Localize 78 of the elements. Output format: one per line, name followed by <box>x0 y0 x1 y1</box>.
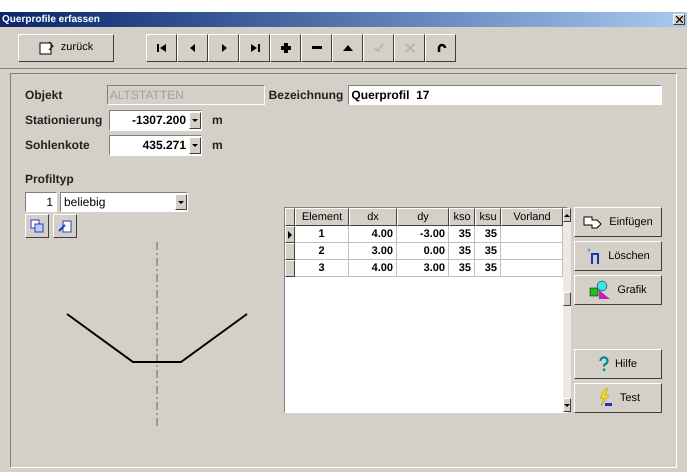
dropdown-button[interactable] <box>189 136 201 154</box>
toolbar-button[interactable] <box>301 34 332 62</box>
field-label: Sohlenkote <box>25 137 91 154</box>
toolbar-button[interactable] <box>332 34 363 62</box>
toolbar-button[interactable] <box>146 34 177 62</box>
scroll-down-icon <box>564 404 570 406</box>
scroll-up-icon <box>564 214 570 216</box>
table-row[interactable]: 2 3.00 0.00 35 35 <box>285 243 563 260</box>
dropdown-arrow-icon <box>192 144 198 146</box>
toolbar-button[interactable] <box>270 34 301 62</box>
row-pointer-icon <box>288 230 292 238</box>
close-icon <box>402 40 416 54</box>
table-cell: -3.00 <box>397 226 449 243</box>
copy-icon <box>30 219 44 233</box>
table-row[interactable]: 1 4.00 -3.00 35 35 <box>285 226 563 243</box>
table-cell: 35 <box>475 260 501 277</box>
dropdown-button[interactable] <box>189 112 201 128</box>
table-cell: 3.00 <box>397 260 449 277</box>
close-button[interactable] <box>673 14 685 25</box>
action-button[interactable]: Grafik <box>574 275 662 305</box>
table-row[interactable]: 3 4.00 3.00 35 35 <box>285 260 563 277</box>
table-cell: 4.00 <box>349 260 397 277</box>
dropdown-arrow-icon <box>192 118 198 122</box>
back-button[interactable]: zurück <box>18 34 114 62</box>
column-header: Vorland <box>501 208 563 226</box>
profile-type-number[interactable]: 1 <box>25 192 57 212</box>
station-field[interactable]: -1307.200 <box>109 110 202 130</box>
row-selector[interactable] <box>285 243 295 260</box>
column-header: dx <box>349 208 397 226</box>
table-cell: 3.00 <box>349 243 397 260</box>
scroll-thumb[interactable] <box>563 292 571 306</box>
field-label: Objekt <box>25 87 64 104</box>
table-cell: 1 <box>295 226 349 243</box>
vertical-scrollbar[interactable] <box>563 208 571 412</box>
column-header: Element <box>295 208 349 226</box>
action-button[interactable]: Löschen <box>574 241 662 271</box>
edit-button[interactable] <box>53 214 77 238</box>
unit-label: m <box>212 137 223 154</box>
table-cell: 3 <box>295 260 349 277</box>
action-button[interactable]: Einfügen <box>574 207 662 237</box>
table-cell: 4.00 <box>349 226 397 243</box>
dropdown-arrow-icon <box>178 200 184 204</box>
toolbar-button[interactable] <box>208 34 239 62</box>
column-header: kso <box>449 208 475 226</box>
section-label: Profiltyp <box>25 171 75 188</box>
copy-button[interactable] <box>25 214 49 238</box>
row-selector[interactable] <box>285 260 295 277</box>
insert-icon <box>583 214 604 230</box>
pen-icon <box>58 219 72 233</box>
bottom-level-field[interactable]: 435.271 <box>109 134 202 156</box>
profile-type-dropdown[interactable]: beliebig <box>60 192 188 212</box>
table-cell: 35 <box>449 260 475 277</box>
close-icon <box>676 16 682 23</box>
row-selector[interactable] <box>285 226 295 243</box>
minus-icon <box>312 46 322 49</box>
column-header: ksu <box>475 208 501 226</box>
table-cell: 35 <box>449 226 475 243</box>
action-button[interactable]: Hilfe <box>574 349 662 379</box>
table-cell: 35 <box>449 243 475 260</box>
table-cell: 2 <box>295 243 349 260</box>
field-label: Bezeichnung <box>268 87 344 104</box>
table-cell: 35 <box>475 226 501 243</box>
toolbar-button[interactable] <box>177 34 208 62</box>
unit-label: m <box>212 112 223 129</box>
toolbar-button[interactable] <box>239 34 270 62</box>
back-icon <box>38 40 55 54</box>
designation-field[interactable]: Querprofil 17 <box>348 85 662 105</box>
window-title: Querprofile erfassen <box>2 13 100 27</box>
table-cell: 0.00 <box>397 243 449 260</box>
toolbar-button[interactable] <box>425 34 456 62</box>
action-button[interactable]: Test <box>574 383 662 413</box>
plus-icon <box>278 40 292 54</box>
shapes-icon <box>589 280 612 300</box>
checkmark-icon <box>372 40 386 54</box>
field-label: Stationierung <box>25 112 104 129</box>
column-header: dy <box>397 208 449 226</box>
question-mark-icon <box>598 356 609 372</box>
table-cell: 35 <box>475 243 501 260</box>
